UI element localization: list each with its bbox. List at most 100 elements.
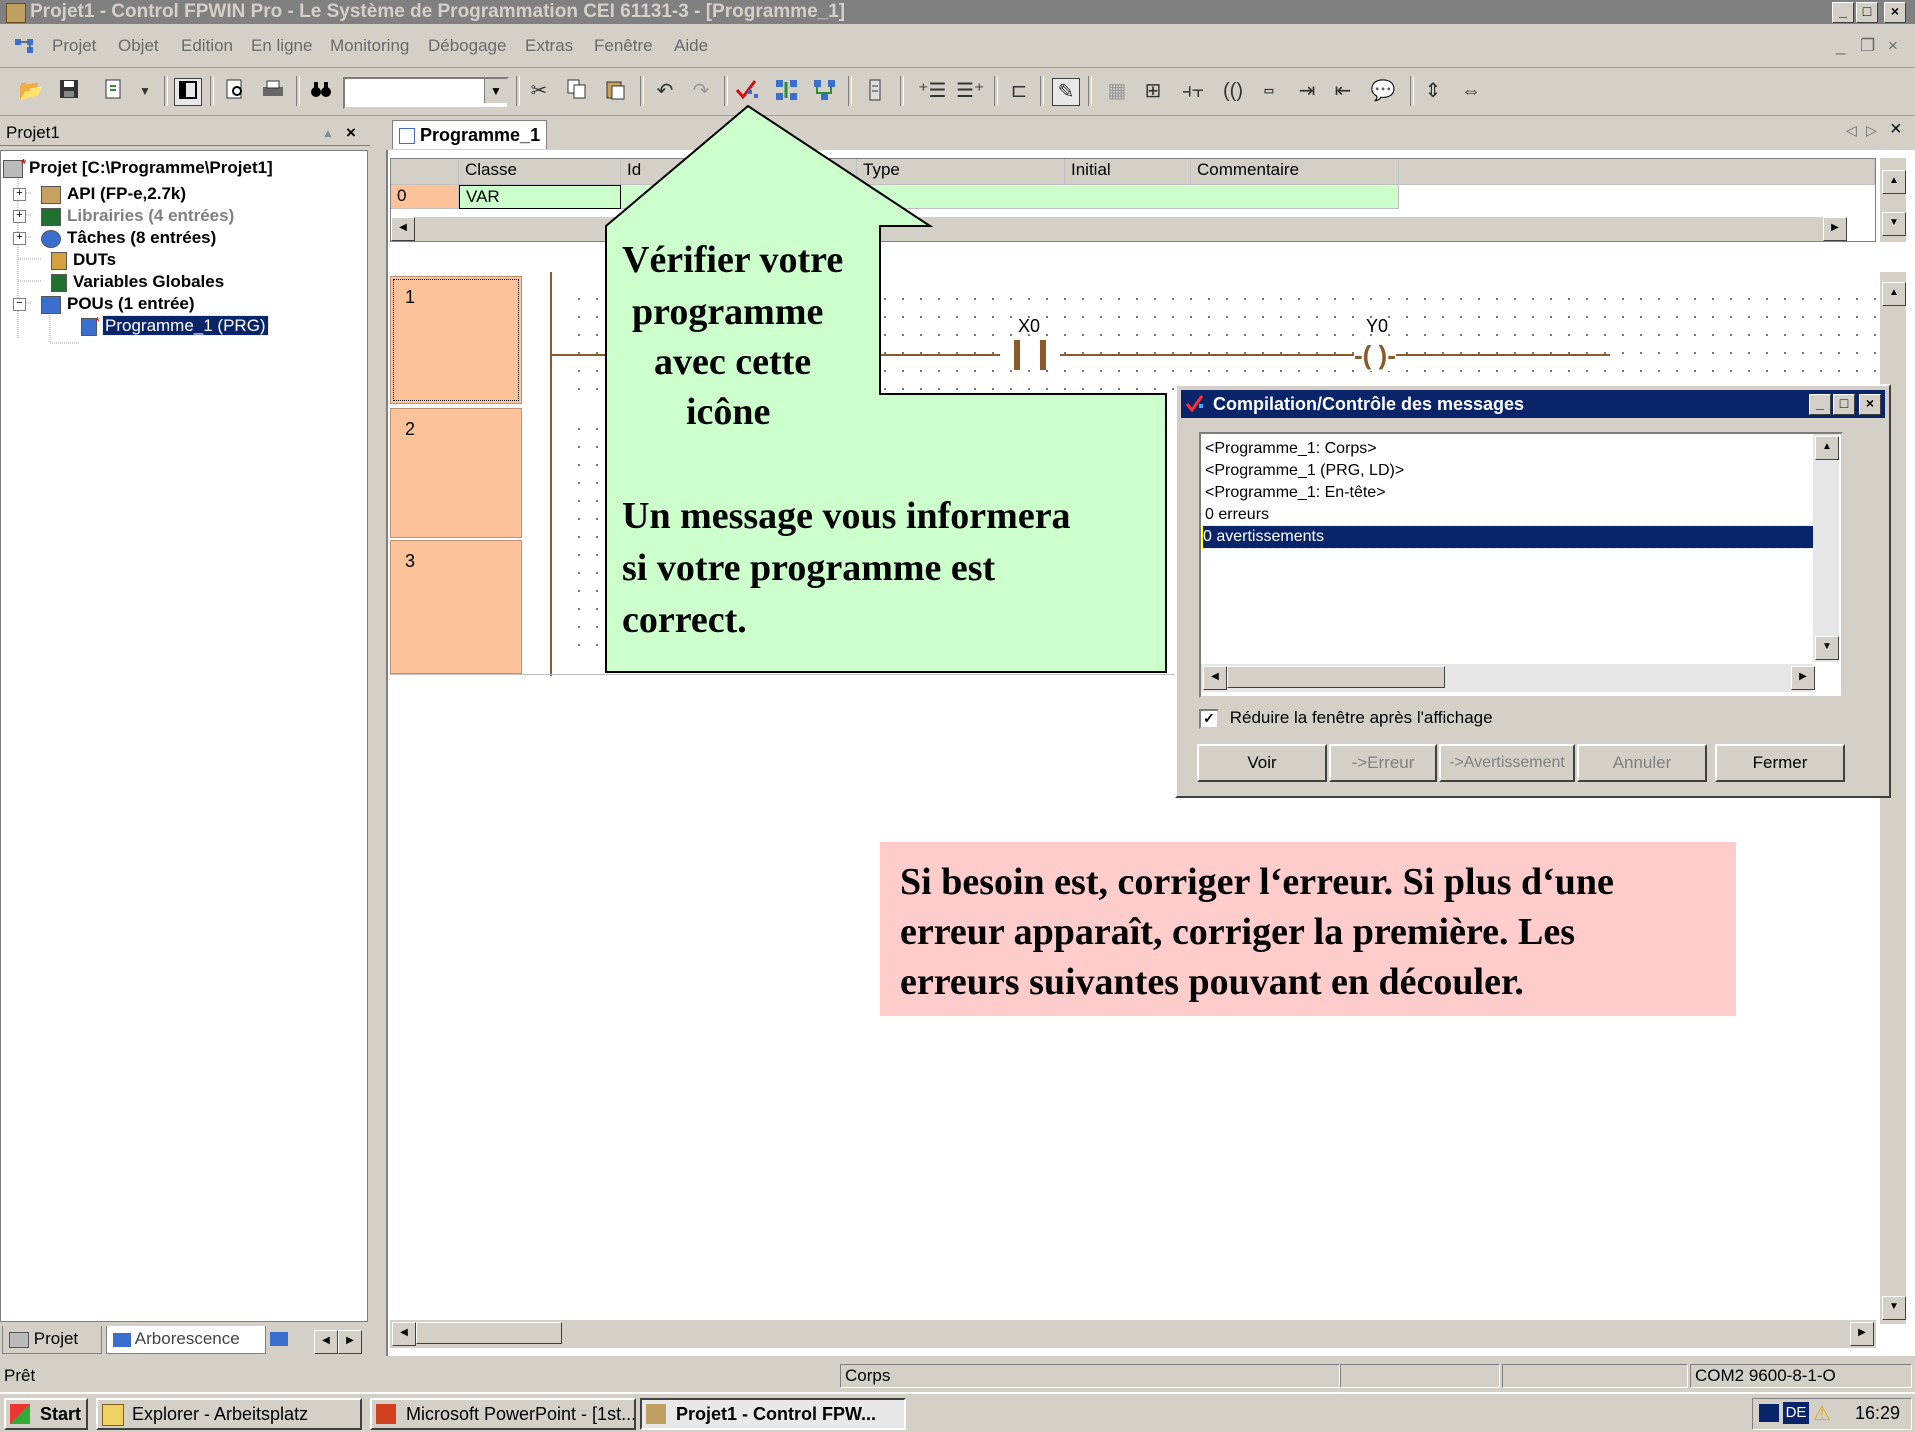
menu-monitoring[interactable]: Monitoring (330, 36, 409, 56)
collapse-icon[interactable]: − (13, 298, 26, 311)
scroll-right-icon[interactable]: ▶ (1850, 1322, 1874, 1346)
scroll-left-icon[interactable]: ◀ (1203, 666, 1227, 690)
tree-item-pous[interactable]: POUs (1 entrée) (41, 293, 195, 315)
scroll-down-icon[interactable]: ▼ (1882, 212, 1906, 236)
tree-item-duts[interactable]: DUTs (51, 249, 116, 271)
mdi-restore-button[interactable]: ❐ (1860, 36, 1875, 56)
scroll-up-icon[interactable]: ▲ (1815, 436, 1839, 460)
tree-item-api[interactable]: API (FP-e,2.7k) (41, 183, 186, 205)
message-item[interactable]: <Programme_1: Corps> (1205, 438, 1377, 460)
task-powerpoint[interactable]: Microsoft PowerPoint - [1st... (370, 1398, 636, 1430)
message-vertical-scrollbar[interactable]: ▲ ▼ (1813, 434, 1839, 662)
scroll-right-icon[interactable]: ▶ (1823, 217, 1847, 241)
tab-projet[interactable]: Projet (2, 1326, 102, 1354)
scroll-left-icon[interactable]: ◀ (392, 1322, 416, 1346)
tab-scroll-left-icon[interactable]: ◁ (1846, 122, 1857, 139)
mdi-minimize-button[interactable]: _ (1836, 36, 1845, 56)
paste-icon[interactable] (602, 78, 628, 104)
cut-icon[interactable]: ✂ (526, 78, 552, 104)
warning-icon[interactable]: ⚠ (1813, 1401, 1831, 1426)
compilation-dialog[interactable]: Compilation/Contrôle des messages _ □ × … (1175, 384, 1891, 798)
menu-projet[interactable]: Projet (52, 36, 96, 56)
tab-scroll-right-icon[interactable]: ▷ (1866, 122, 1877, 139)
redo-icon[interactable]: ↷ (688, 78, 714, 104)
message-item-selected[interactable]: 0 avertissements (1202, 525, 1834, 549)
language-indicator[interactable]: DE (1783, 1402, 1809, 1424)
open-folder-icon[interactable]: 📂 (18, 78, 44, 104)
maximize-button[interactable]: □ (1856, 2, 1878, 23)
rung-number-3[interactable]: 3 (390, 540, 522, 674)
menu-aide[interactable]: Aide (674, 36, 708, 56)
rung-icon[interactable]: ⊏ (1006, 78, 1032, 104)
horizontal-resize-icon[interactable]: ⇔ (1458, 78, 1484, 104)
dialog-maximize-button[interactable]: □ (1833, 394, 1855, 415)
coil-icon[interactable]: (() (1220, 78, 1246, 104)
menu-fenetre[interactable]: Fenêtre (594, 36, 653, 56)
dialog-title-bar[interactable]: Compilation/Contrôle des messages _ □ × (1181, 390, 1885, 418)
rung-number-1[interactable]: 1 (390, 276, 522, 404)
input-icon[interactable]: ⇥ (1294, 78, 1320, 104)
task-control-fpwin[interactable]: Projet1 - Control FPW... (640, 1398, 906, 1430)
panel-close-button[interactable]: × (346, 120, 356, 146)
save-icon[interactable] (56, 78, 82, 104)
tree-item-libraries[interactable]: Librairies (4 entrées) (41, 205, 234, 227)
network-icon[interactable] (1759, 1404, 1779, 1422)
contact-icon[interactable]: ⫞⫟ (1180, 78, 1206, 104)
insert-rung-before-icon[interactable]: ⁺☰ (918, 78, 947, 104)
scroll-thumb[interactable] (1227, 666, 1445, 688)
dialog-close-button[interactable]: × (1859, 394, 1881, 415)
output-icon[interactable]: ⇤ (1330, 78, 1356, 104)
new-object-icon[interactable] (102, 78, 128, 104)
var-vertical-scrollbar[interactable]: ▲ ▼ (1880, 158, 1906, 242)
scroll-up-icon[interactable]: ▲ (1882, 282, 1906, 306)
window-toggle-icon[interactable] (174, 78, 202, 106)
window-title-bar[interactable]: Projet1 - Control FPWIN Pro - Le Système… (0, 0, 1915, 24)
print-icon[interactable] (260, 78, 286, 104)
next-warning-button[interactable]: ->Avertissement (1439, 744, 1575, 782)
tree-item-global-vars[interactable]: Variables Globales (51, 271, 224, 293)
message-item[interactable]: 0 erreurs (1205, 504, 1269, 526)
expand-icon[interactable]: + (13, 210, 26, 223)
mdi-close-button[interactable]: × (1888, 36, 1898, 56)
task-explorer[interactable]: Explorer - Arbeitsplatz (96, 1398, 362, 1430)
tab-programme-1[interactable]: Programme_1 (392, 120, 548, 149)
tree-item-tasks[interactable]: Tâches (8 entrées) (41, 227, 216, 249)
message-item[interactable]: <Programme_1: En-tête> (1205, 482, 1386, 504)
vertical-resize-icon[interactable]: ⇕ (1420, 78, 1446, 104)
tree-item-project[interactable]: * Projet [C:\Programme\Projet1] (3, 156, 273, 179)
var-declare-icon[interactable]: ▦ (1104, 78, 1130, 104)
project-tree[interactable]: * Projet [C:\Programme\Projet1] + API (FP… (0, 150, 368, 1322)
checkbox-check-icon[interactable]: ✓ (1199, 708, 1219, 729)
menu-objet[interactable]: Objet (118, 36, 159, 56)
start-button[interactable]: Start (4, 1398, 88, 1430)
close-button[interactable]: × (1884, 2, 1906, 23)
rung-number-2[interactable]: 2 (390, 408, 522, 538)
chevron-down-icon[interactable]: ▼ (484, 79, 507, 103)
comment-icon[interactable]: 💬 (1370, 78, 1396, 104)
tab-arborescence[interactable]: Arborescence (106, 1326, 266, 1354)
scroll-thumb[interactable] (416, 1322, 562, 1344)
scroll-down-icon[interactable]: ▼ (1815, 636, 1839, 660)
undo-icon[interactable]: ↶ (652, 78, 678, 104)
menu-en-ligne[interactable]: En ligne (251, 36, 312, 56)
check-program-icon[interactable] (734, 78, 760, 104)
box-icon[interactable]: ⊞ (1140, 78, 1166, 104)
fermer-button[interactable]: Fermer (1715, 744, 1845, 782)
message-list[interactable]: <Programme_1: Corps> <Programme_1 (PRG, … (1199, 432, 1843, 698)
insert-rung-after-icon[interactable]: ☰⁺ (956, 78, 985, 104)
copy-icon[interactable] (564, 78, 590, 104)
plc-icon[interactable] (862, 78, 888, 104)
voir-button[interactable]: Voir (1197, 744, 1327, 782)
dropdown-arrow-icon[interactable]: ▼ (132, 78, 158, 104)
expand-icon[interactable]: + (13, 232, 26, 245)
compile-icon[interactable] (774, 78, 800, 104)
minimize-after-display-checkbox[interactable]: ✓ Réduire la fenêtre après l'affichage (1199, 706, 1493, 730)
scroll-down-icon[interactable]: ▼ (1882, 1296, 1906, 1320)
print-preview-icon[interactable] (222, 78, 248, 104)
build-all-icon[interactable] (812, 78, 838, 104)
menu-debogage[interactable]: Débogage (428, 36, 506, 56)
binoculars-icon[interactable] (308, 78, 334, 104)
annuler-button[interactable]: Annuler (1577, 744, 1707, 782)
menu-extras[interactable]: Extras (525, 36, 573, 56)
tree-item-programme-1[interactable]: * Programme_1 (PRG) (81, 314, 269, 337)
